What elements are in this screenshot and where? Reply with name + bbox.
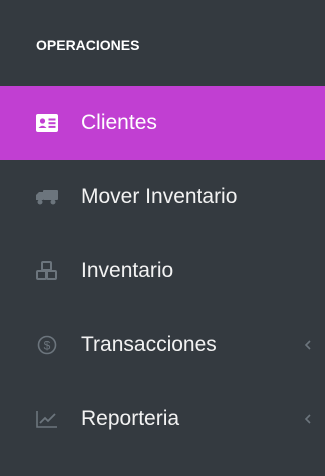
sidebar-item-label: Reporteria	[81, 407, 180, 430]
sidebar-item-label: Clientes	[81, 111, 157, 134]
sidebar-item-inventario[interactable]: Inventario	[0, 234, 325, 308]
sidebar-item-mover-inventario[interactable]: Mover Inventario	[0, 160, 325, 234]
sidebar-item-label: Transacciones	[81, 333, 217, 356]
sidebar-item-label: Mover Inventario	[81, 185, 238, 208]
truck-icon	[36, 186, 58, 208]
boxes-icon	[36, 260, 58, 282]
sidebar: OPERACIONES Clientes Mover Inventario In…	[0, 0, 325, 476]
dollar-circle-icon: $	[36, 334, 58, 356]
address-card-icon	[36, 112, 58, 134]
sidebar-item-clientes[interactable]: Clientes	[0, 86, 325, 160]
line-chart-icon	[36, 408, 58, 430]
section-header-operaciones: OPERACIONES	[36, 37, 140, 53]
svg-text:$: $	[44, 339, 51, 353]
sidebar-item-label: Inventario	[81, 259, 174, 282]
sidebar-item-reporteria[interactable]: Reporteria	[0, 382, 325, 456]
sidebar-item-transacciones[interactable]: $ Transacciones	[0, 308, 325, 382]
chevron-left-icon[interactable]	[301, 412, 315, 426]
chevron-left-icon[interactable]	[301, 338, 315, 352]
